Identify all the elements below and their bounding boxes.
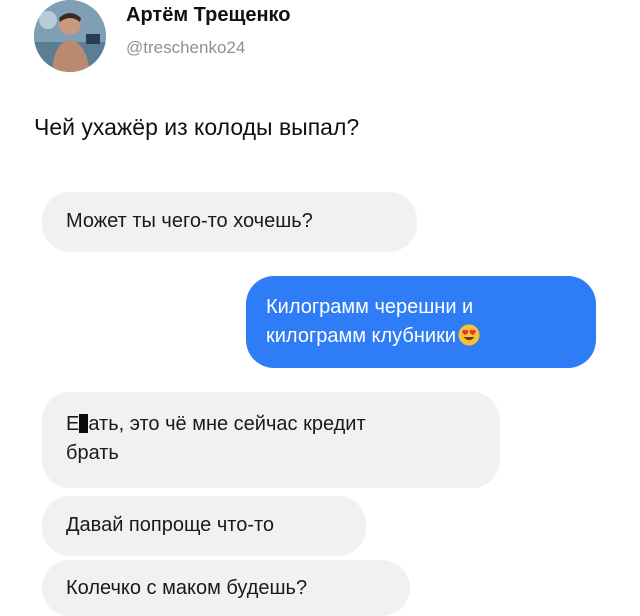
message-bubble-incoming: Может ты чего-то хочешь?: [42, 192, 417, 252]
message-text: Может ты чего-то хочешь?: [66, 210, 313, 232]
message-text: Колечко с маком будешь?: [66, 577, 308, 599]
message-text: килограмм клубники: [266, 325, 456, 347]
user-handle[interactable]: @treschenko24: [126, 38, 245, 58]
avatar-photo: [34, 0, 106, 72]
heart-eyes-emoji-icon: [458, 324, 480, 346]
message-bubble-incoming: Колечко с маком будешь?: [42, 560, 410, 616]
profile-header: Артём Трещенко @treschenko24: [34, 0, 594, 80]
tweet-text: Чей ухажёр из колоды выпал?: [34, 114, 360, 140]
avatar[interactable]: [34, 0, 106, 72]
message-bubble-outgoing: Килограмм черешни и килограмм клубники: [246, 276, 596, 368]
message-text-prefix: Е: [66, 413, 80, 435]
message-text-line: Килограмм черешни и: [266, 296, 474, 318]
message-text: Давай попроще что-то: [66, 514, 275, 536]
message-text-line-with-emoji: килограмм клубники: [266, 322, 576, 351]
message-bubble-incoming: Еать, это чё мне сейчас кредит брать: [42, 392, 500, 488]
message-bubble-incoming: Давай попроще что-то: [42, 496, 366, 556]
message-text: ать, это чё мне сейчас кредит: [88, 413, 366, 435]
display-name[interactable]: Артём Трещенко: [126, 4, 291, 27]
message-text-line: Еать, это чё мне сейчас кредит: [66, 410, 476, 439]
censor-bar: [79, 414, 89, 433]
message-text-line: брать: [66, 442, 119, 464]
